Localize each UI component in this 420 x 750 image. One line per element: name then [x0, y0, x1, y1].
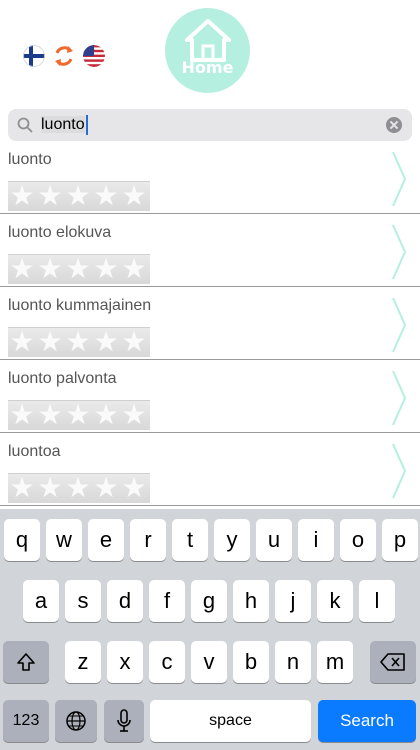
- search-input[interactable]: luonto: [41, 109, 88, 141]
- result-label: luonto: [8, 151, 52, 168]
- on-screen-keyboard: q w e r t y u i o p a s d f g h j k l z x c v b n m 123 space Search: [0, 509, 420, 750]
- star-rating: ★ ★ ★ ★ ★: [8, 473, 150, 503]
- star-rating: ★ ★ ★ ★ ★: [8, 254, 150, 284]
- key-p[interactable]: p: [382, 519, 418, 561]
- finland-flag-icon[interactable]: [23, 45, 45, 67]
- key-v[interactable]: v: [191, 641, 227, 683]
- usa-flag-icon[interactable]: [83, 45, 105, 67]
- star-icon: ★: [93, 399, 119, 430]
- key-q[interactable]: q: [4, 519, 40, 561]
- shift-icon: [17, 653, 35, 671]
- star-icon: ★: [9, 399, 35, 430]
- key-w[interactable]: w: [46, 519, 82, 561]
- star-rating: ★ ★ ★ ★ ★: [8, 327, 150, 357]
- star-icon: ★: [9, 253, 35, 284]
- star-icon: ★: [9, 326, 35, 357]
- star-icon: ★: [93, 253, 119, 284]
- search-input-text: luonto: [41, 116, 85, 133]
- key-r[interactable]: r: [130, 519, 166, 561]
- chevron-right-icon: [392, 224, 406, 280]
- key-i[interactable]: i: [298, 519, 334, 561]
- star-icon: ★: [121, 472, 147, 503]
- star-icon: ★: [9, 180, 35, 211]
- result-label: luonto palvonta: [8, 370, 117, 387]
- swap-languages-icon[interactable]: [53, 45, 75, 67]
- microphone-key[interactable]: [104, 700, 144, 742]
- microphone-icon: [117, 709, 131, 732]
- star-icon: ★: [37, 326, 63, 357]
- app-header: Home: [0, 0, 420, 105]
- star-rating: ★ ★ ★ ★ ★: [8, 400, 150, 430]
- star-icon: ★: [121, 253, 147, 284]
- home-label: Home: [181, 58, 234, 77]
- result-row[interactable]: luonto kummajainen ★ ★ ★ ★ ★: [0, 287, 420, 360]
- chevron-right-icon: [392, 370, 406, 426]
- search-icon: [17, 117, 33, 133]
- home-button[interactable]: Home: [165, 8, 250, 93]
- key-d[interactable]: d: [107, 580, 143, 622]
- backspace-key[interactable]: [370, 641, 416, 683]
- key-k[interactable]: k: [317, 580, 353, 622]
- result-label: luontoa: [8, 443, 61, 460]
- star-icon: ★: [93, 180, 119, 211]
- search-key[interactable]: Search: [318, 700, 416, 742]
- key-s[interactable]: s: [65, 580, 101, 622]
- key-z[interactable]: z: [65, 641, 101, 683]
- result-row[interactable]: luonto elokuva ★ ★ ★ ★ ★: [0, 214, 420, 287]
- result-row[interactable]: luontoa ★ ★ ★ ★ ★: [0, 433, 420, 506]
- star-icon: ★: [65, 180, 91, 211]
- result-row[interactable]: luonto palvonta ★ ★ ★ ★ ★: [0, 360, 420, 433]
- results-list: luonto ★ ★ ★ ★ ★ luonto elokuva ★ ★ ★ ★ ★ luonto kum…: [0, 141, 420, 509]
- globe-key[interactable]: [55, 700, 97, 742]
- key-c[interactable]: c: [149, 641, 185, 683]
- key-e[interactable]: e: [88, 519, 124, 561]
- search-bar[interactable]: luonto: [8, 109, 412, 141]
- backspace-icon: [380, 653, 405, 671]
- star-icon: ★: [37, 180, 63, 211]
- chevron-right-icon: [392, 151, 406, 207]
- chevron-right-icon: [392, 297, 406, 353]
- key-a[interactable]: a: [23, 580, 59, 622]
- clear-search-icon[interactable]: [386, 117, 402, 133]
- star-icon: ★: [37, 472, 63, 503]
- key-x[interactable]: x: [107, 641, 143, 683]
- chevron-right-icon: [392, 443, 406, 499]
- text-caret: [85, 114, 88, 135]
- space-key[interactable]: space: [150, 700, 311, 742]
- result-label: luonto kummajainen: [8, 297, 152, 314]
- key-f[interactable]: f: [149, 580, 185, 622]
- key-y[interactable]: y: [214, 519, 250, 561]
- star-icon: ★: [37, 399, 63, 430]
- key-m[interactable]: m: [317, 641, 353, 683]
- star-icon: ★: [37, 253, 63, 284]
- star-icon: ★: [9, 472, 35, 503]
- star-icon: ★: [65, 472, 91, 503]
- key-l[interactable]: l: [359, 580, 395, 622]
- star-icon: ★: [65, 326, 91, 357]
- star-icon: ★: [93, 326, 119, 357]
- star-rating: ★ ★ ★ ★ ★: [8, 181, 150, 211]
- key-n[interactable]: n: [275, 641, 311, 683]
- key-j[interactable]: j: [275, 580, 311, 622]
- numbers-key[interactable]: 123: [3, 700, 49, 742]
- star-icon: ★: [93, 472, 119, 503]
- house-icon: [184, 19, 231, 62]
- globe-icon: [66, 711, 86, 731]
- key-o[interactable]: o: [340, 519, 376, 561]
- star-icon: ★: [65, 399, 91, 430]
- star-icon: ★: [121, 326, 147, 357]
- key-g[interactable]: g: [191, 580, 227, 622]
- result-label: luonto elokuva: [8, 224, 112, 241]
- key-b[interactable]: b: [233, 641, 269, 683]
- star-icon: ★: [65, 253, 91, 284]
- shift-key[interactable]: [3, 641, 49, 683]
- star-icon: ★: [121, 399, 147, 430]
- key-t[interactable]: t: [172, 519, 208, 561]
- key-h[interactable]: h: [233, 580, 269, 622]
- result-row[interactable]: luonto ★ ★ ★ ★ ★: [0, 141, 420, 214]
- key-u[interactable]: u: [256, 519, 292, 561]
- star-icon: ★: [121, 180, 147, 211]
